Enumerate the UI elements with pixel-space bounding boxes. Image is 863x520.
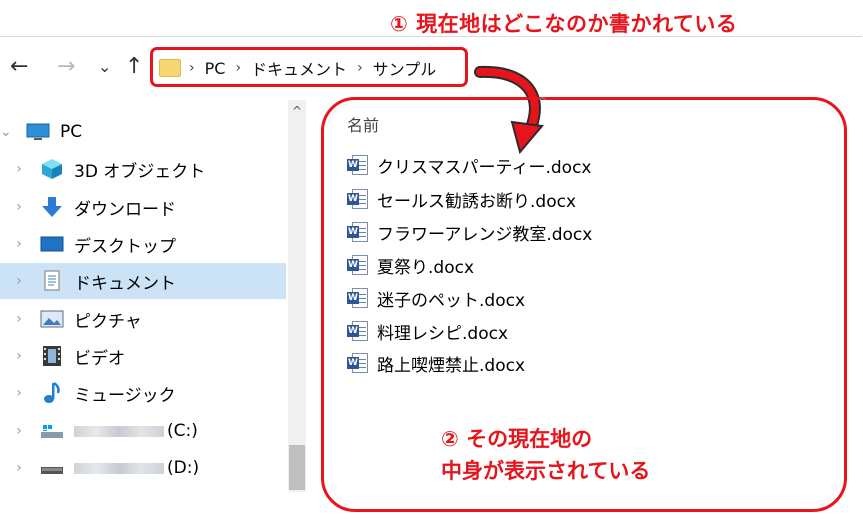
file-item[interactable]: W 路上喫煙禁止.docx	[347, 349, 525, 377]
annotation-line: 中身が表示されている	[441, 459, 651, 483]
file-name: クリスマスパーティー.docx	[377, 157, 592, 178]
sidebar-item-label: ダウンロード	[74, 199, 176, 220]
word-document-icon: W	[347, 154, 369, 176]
drive-name-obscured	[74, 425, 164, 437]
file-name: フラワーアレンジ教室.docx	[377, 224, 593, 245]
sidebar-item-label: 3D オブジェクト	[74, 161, 206, 182]
column-header-name[interactable]: 名前	[347, 112, 379, 136]
picture-icon	[40, 309, 64, 329]
file-name: セールス勧誘お断り.docx	[377, 191, 577, 212]
sidebar-item-downloads[interactable]: › ダウンロード	[0, 189, 286, 225]
expand-chevron-icon[interactable]: ›	[12, 236, 26, 252]
word-document-icon: W	[347, 221, 369, 243]
sidebar-item-drive-c[interactable]: › (C:)	[0, 413, 286, 449]
expand-chevron-icon[interactable]: ›	[12, 199, 26, 215]
scrollbar-thumb[interactable]	[289, 445, 305, 490]
sidebar-item-label: ピクチャ	[74, 311, 142, 332]
file-item[interactable]: W フラワーアレンジ教室.docx	[347, 218, 592, 246]
breadcrumb-separator: ›	[357, 60, 363, 76]
sort-ascending-icon: ^	[538, 95, 548, 108]
sidebar-item-label: (D:)	[167, 458, 200, 478]
expand-chevron-icon[interactable]: ›	[12, 311, 26, 327]
file-name: 迷子のペット.docx	[377, 290, 526, 311]
file-item[interactable]: W 迷子のペット.docx	[347, 284, 525, 312]
file-item[interactable]: W クリスマスパーティー.docx	[347, 151, 591, 179]
file-item[interactable]: W 料理レシピ.docx	[347, 317, 508, 345]
breadcrumb-pc[interactable]: PC	[205, 59, 226, 78]
sidebar-item-label: デスクトップ	[74, 236, 176, 257]
recent-locations-button[interactable]: ⌄	[98, 52, 111, 82]
breadcrumb-sample[interactable]: サンプル	[373, 56, 437, 80]
breadcrumb-documents[interactable]: ドキュメント	[251, 56, 347, 80]
breadcrumb-separator: ›	[189, 60, 195, 76]
monitor-icon	[26, 122, 50, 142]
expand-chevron-icon[interactable]: ›	[12, 273, 26, 289]
film-icon	[40, 346, 64, 366]
scroll-up-arrow[interactable]: ^	[288, 104, 306, 118]
sidebar-item-label: ビデオ	[74, 348, 125, 369]
sidebar-item-desktop[interactable]: › デスクトップ	[0, 226, 286, 262]
drive-icon	[40, 458, 64, 478]
expand-chevron-icon[interactable]: ›	[12, 423, 26, 439]
breadcrumb-separator: ›	[235, 60, 242, 76]
drive-name-obscured	[74, 462, 164, 474]
annotation-current-location: ① 現在地はどこなのか書かれている	[390, 12, 738, 36]
annotation-line: ② その現在地の	[441, 427, 593, 451]
music-note-icon	[40, 381, 64, 403]
file-item[interactable]: W 夏祭り.docx	[347, 251, 474, 279]
sidebar-item-label: ドキュメント	[74, 273, 176, 294]
expand-chevron-icon[interactable]: ›	[12, 348, 26, 364]
word-document-icon: W	[347, 254, 369, 276]
file-item[interactable]: W セールス勧誘お断り.docx	[347, 185, 576, 213]
expand-chevron-icon[interactable]: ›	[12, 161, 26, 177]
sidebar-item-documents[interactable]: › ドキュメント	[0, 263, 286, 299]
sidebar-scrollbar[interactable]	[288, 100, 306, 492]
cube-icon	[40, 159, 64, 179]
sidebar-item-label: (C:)	[167, 421, 198, 441]
drive-icon	[40, 421, 64, 441]
document-icon	[40, 270, 64, 291]
up-button[interactable]: ↑	[125, 52, 143, 82]
download-arrow-icon	[40, 197, 64, 217]
folder-icon	[159, 59, 181, 77]
file-name: 夏祭り.docx	[377, 257, 475, 278]
word-document-icon: W	[347, 352, 369, 374]
sidebar-item-music[interactable]: › ミュージック	[0, 375, 286, 411]
sidebar-item-drive-d[interactable]: › (D:)	[0, 450, 286, 486]
file-name: 料理レシピ.docx	[377, 323, 509, 344]
sidebar-item-label: ミュージック	[74, 385, 176, 406]
expand-chevron-icon[interactable]: ›	[12, 385, 26, 401]
address-bar[interactable]: › PC › ドキュメント › サンプル	[150, 47, 468, 87]
sidebar-item-3d-objects[interactable]: › 3D オブジェクト	[0, 151, 286, 187]
sidebar-item-pc[interactable]: ⌄ PC	[0, 114, 286, 150]
word-document-icon: W	[347, 287, 369, 309]
collapse-chevron-icon[interactable]: ⌄	[0, 124, 12, 140]
word-document-icon: W	[347, 188, 369, 210]
word-document-icon: W	[347, 320, 369, 342]
sidebar-item-videos[interactable]: › ビデオ	[0, 338, 286, 374]
toolbar-divider	[0, 36, 862, 37]
back-button[interactable]: ←	[10, 52, 28, 82]
sidebar-item-label: PC	[60, 122, 83, 142]
expand-chevron-icon[interactable]: ›	[12, 460, 26, 476]
forward-button[interactable]: →	[57, 52, 75, 82]
file-name: 路上喫煙禁止.docx	[377, 355, 526, 376]
annotation-contents: ② その現在地の 中身が表示されている	[441, 423, 650, 487]
sidebar-item-pictures[interactable]: › ピクチャ	[0, 301, 286, 337]
desktop-icon	[40, 234, 64, 254]
